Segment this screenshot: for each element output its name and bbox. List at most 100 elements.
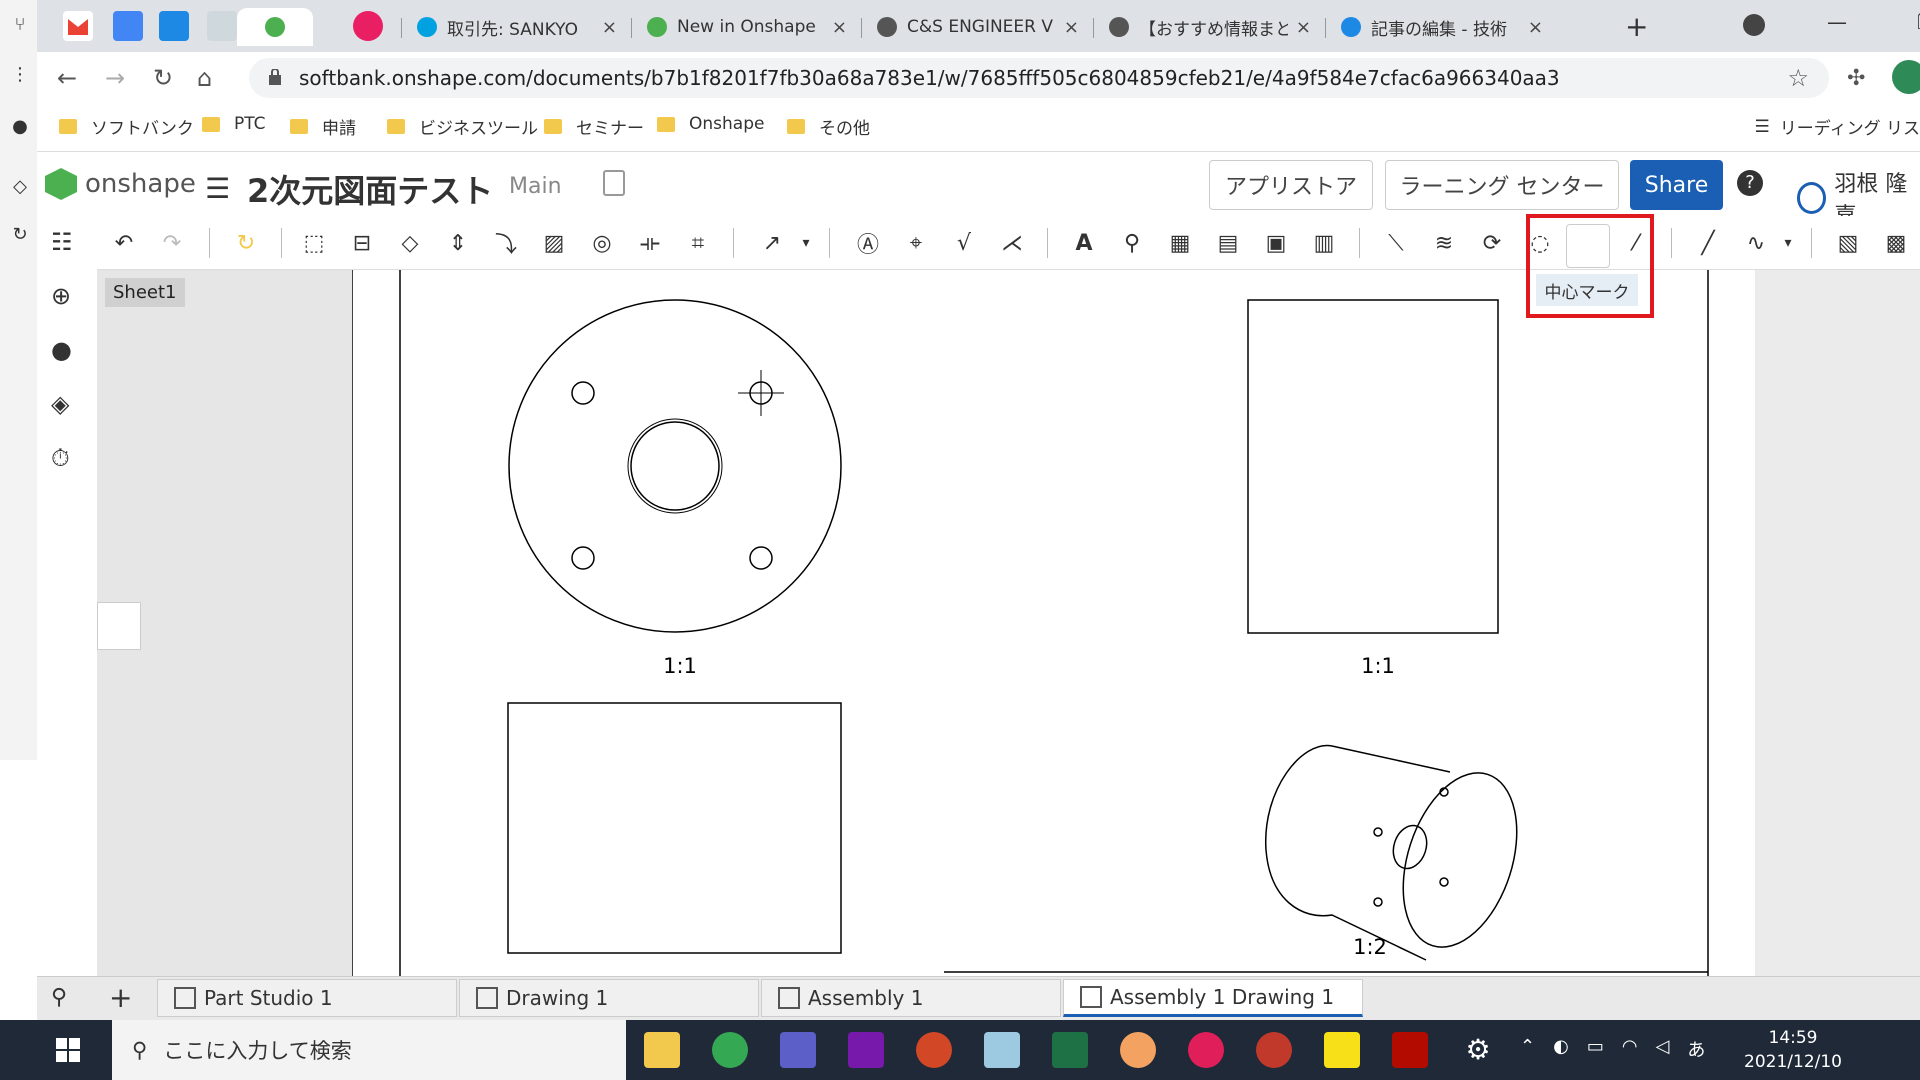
crop-icon[interactable]: ⌗	[683, 228, 713, 258]
app-icon[interactable]	[984, 1032, 1020, 1068]
bookmark-other[interactable]: その他	[787, 114, 870, 139]
dimension-icon[interactable]: ↗	[757, 228, 787, 258]
chevron-down-icon[interactable]: ▾	[1773, 228, 1803, 258]
excel-icon[interactable]	[1052, 1032, 1088, 1068]
hatch-icon[interactable]: ▨	[539, 228, 569, 258]
pinned-tab-gmail[interactable]	[63, 11, 93, 41]
revision-table-icon[interactable]: ▥	[1309, 228, 1339, 258]
back-icon[interactable]: ←	[57, 64, 77, 92]
bookmark-business[interactable]: ビジネスツール	[387, 114, 538, 139]
parts-icon[interactable]: ◈	[51, 390, 69, 418]
close-icon[interactable]: ×	[1064, 17, 1079, 38]
timer-icon[interactable]: ⏱	[51, 444, 70, 472]
settings-icon[interactable]: ⚙	[1460, 1032, 1496, 1068]
tab-osusume[interactable]: 【おすすめ情報まと ×	[1099, 8, 1321, 46]
tab-kiji[interactable]: 記事の編集 - 技術 ×	[1331, 8, 1553, 46]
forward-icon[interactable]: →	[105, 64, 125, 92]
hole-table-icon[interactable]: ▣	[1261, 228, 1291, 258]
bookmark-onshape[interactable]: Onshape	[657, 114, 764, 134]
chrome-icon[interactable]	[712, 1032, 748, 1068]
branch-label[interactable]: Main	[509, 174, 562, 199]
insert-icon[interactable]: ⊕	[51, 282, 71, 310]
tab-search-icon[interactable]	[1743, 14, 1765, 36]
panel-toggle-icon[interactable]	[97, 602, 141, 650]
address-bar[interactable]: softbank.onshape.com/documents/b7b1f8201…	[249, 58, 1829, 98]
tab-cs-engineer[interactable]: C&S ENGINEER V ×	[867, 8, 1089, 46]
pinned-tab-app[interactable]	[353, 11, 383, 41]
tab-part-studio[interactable]: Part Studio 1	[157, 979, 457, 1017]
document-title[interactable]: 2次元図面テスト	[247, 166, 493, 212]
projected-view-icon[interactable]: ⊟	[347, 228, 377, 258]
tab-assembly-drawing[interactable]: Assembly 1 Drawing 1	[1063, 979, 1363, 1017]
tree-icon[interactable]: ⑂	[9, 14, 31, 36]
feature-list-icon[interactable]: ☷	[51, 228, 73, 256]
tab-drawing[interactable]: Drawing 1	[459, 979, 759, 1017]
close-icon[interactable]: ×	[832, 17, 847, 38]
aligned-section-icon[interactable]: ⤵	[491, 228, 521, 258]
paint-icon[interactable]	[1120, 1032, 1156, 1068]
share-button[interactable]: Share	[1630, 160, 1723, 210]
sheet-item[interactable]: Sheet1	[105, 278, 185, 307]
chevron-up-icon[interactable]: ⌃	[1520, 1036, 1535, 1062]
wifi-icon[interactable]: ◠	[1622, 1036, 1638, 1062]
profile-avatar[interactable]	[1892, 60, 1920, 94]
bom-icon[interactable]: ▤	[1213, 228, 1243, 258]
insert-view-icon[interactable]: ⬚	[299, 228, 329, 258]
spline-icon[interactable]: ∿	[1741, 228, 1771, 258]
detail-view-icon[interactable]: ◎	[587, 228, 617, 258]
new-tab-button[interactable]: +	[1625, 10, 1648, 43]
cube-icon[interactable]: ◇	[9, 176, 31, 198]
clock[interactable]: 14:59 2021/12/10	[1744, 1026, 1842, 1074]
comment-icon[interactable]: ●	[51, 336, 72, 364]
midline-icon[interactable]: ≋	[1429, 228, 1459, 258]
close-icon[interactable]: ×	[602, 17, 617, 38]
help-icon[interactable]: ?	[1737, 170, 1763, 196]
bookmark-softbank[interactable]: ソフトバンク	[59, 114, 194, 139]
dxf-icon[interactable]: ▧	[1833, 228, 1863, 258]
surface-finish-icon[interactable]: √	[949, 228, 979, 258]
learning-center-button[interactable]: ラーニング センター	[1385, 160, 1619, 210]
update-icon[interactable]: ↻	[231, 228, 261, 258]
comment-icon[interactable]: ●	[9, 116, 31, 138]
pinned-tab-calendar[interactable]	[113, 11, 143, 41]
taskbar-search[interactable]: ⚲ ここに入力して検索	[112, 1020, 626, 1080]
close-icon[interactable]: ×	[1528, 17, 1543, 38]
home-icon[interactable]: ⌂	[197, 64, 212, 92]
centerline-icon[interactable]: ⟍	[1381, 228, 1411, 258]
datum-icon[interactable]: Ⓐ	[853, 228, 883, 258]
section-view-icon[interactable]: ⇕	[443, 228, 473, 258]
onshape-logo[interactable]: onshape	[45, 168, 196, 200]
pinned-tab-cs[interactable]	[159, 11, 189, 41]
bookmark-ptc[interactable]: PTC	[202, 114, 266, 134]
chevron-down-icon[interactable]: ▾	[791, 228, 821, 258]
explorer-icon[interactable]	[644, 1032, 680, 1068]
battery-icon[interactable]: ▭	[1587, 1036, 1604, 1062]
search-tabs-icon[interactable]: ⚲	[51, 985, 67, 1010]
pinned-tab-onshape[interactable]	[237, 8, 313, 46]
line-icon[interactable]: ╱	[1693, 228, 1723, 258]
versions-icon[interactable]	[603, 170, 625, 196]
volume-icon[interactable]: ◁	[1656, 1036, 1670, 1062]
text-icon[interactable]: A	[1069, 228, 1099, 258]
reload-icon[interactable]: ↻	[153, 64, 173, 92]
teams-icon[interactable]	[780, 1032, 816, 1068]
bookmark-star-icon[interactable]: ☆	[1787, 64, 1809, 92]
history-icon[interactable]: ↻	[9, 224, 31, 246]
bookmark-shinsei[interactable]: 申請	[290, 114, 356, 139]
view-front-flange[interactable]	[508, 299, 842, 633]
weld-icon[interactable]: ⋌	[997, 228, 1027, 258]
view-side[interactable]	[1247, 299, 1499, 634]
tab-assembly[interactable]: Assembly 1	[761, 979, 1061, 1017]
windows-start-icon[interactable]	[56, 1038, 80, 1062]
tab-salesforce[interactable]: 取引先: SANKYO ×	[407, 8, 627, 46]
ime-icon[interactable]: あ	[1687, 1036, 1705, 1062]
image-icon[interactable]: ▩	[1881, 228, 1911, 258]
callout-icon[interactable]: ⚲	[1117, 228, 1147, 258]
view-isometric[interactable]	[1265, 744, 1538, 962]
break-view-icon[interactable]: ⟛	[635, 228, 665, 258]
powerpoint-icon[interactable]	[916, 1032, 952, 1068]
undo-icon[interactable]: ↶	[109, 228, 139, 258]
sticky-notes-icon[interactable]	[1324, 1032, 1360, 1068]
bookmark-seminar[interactable]: セミナー	[544, 114, 644, 139]
auxiliary-view-icon[interactable]: ◇	[395, 228, 425, 258]
